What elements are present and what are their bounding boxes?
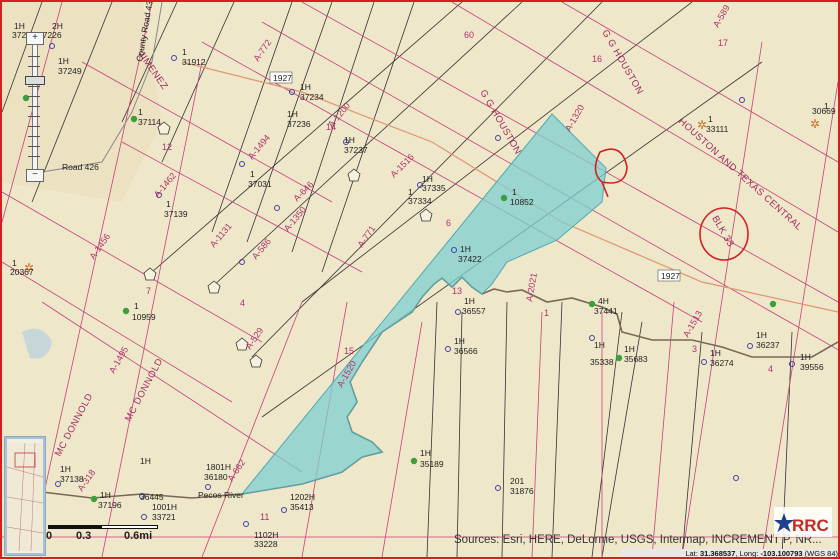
svg-text:1H: 1H [800,352,811,362]
svg-text:37237: 37237 [344,145,368,155]
section-number: 6 [446,218,451,228]
svg-text:36237: 36237 [756,340,780,350]
svg-text:1H: 1H [464,296,475,306]
svg-text:39556: 39556 [800,362,824,372]
svg-text:1H: 1H [624,344,635,354]
svg-text:RRC: RRC [792,516,829,535]
svg-text:1H: 1H [756,330,767,340]
svg-text:37139: 37139 [164,209,188,219]
svg-text:37335: 37335 [422,183,446,193]
section-number: 12 [162,142,172,152]
svg-text:36566: 36566 [454,346,478,356]
svg-text:37031: 37031 [248,179,272,189]
svg-text:37422: 37422 [458,254,482,264]
svg-text:37334: 37334 [408,196,432,206]
svg-text:36557: 36557 [462,306,486,316]
svg-text:37249: 37249 [58,66,82,76]
svg-text:37138: 37138 [60,474,84,484]
svg-text:1927: 1927 [273,73,292,83]
zoom-out-button[interactable]: − [26,169,44,182]
svg-text:1H: 1H [594,340,605,350]
svg-text:1: 1 [708,114,713,124]
highway-shield-2: 1927 [657,269,681,282]
svg-text:1H: 1H [300,82,311,92]
svg-text:37236: 37236 [287,119,311,129]
svg-text:1H: 1H [454,336,465,346]
svg-text:35338: 35338 [590,357,614,367]
svg-text:1: 1 [166,199,171,209]
svg-text:1801H: 1801H [206,462,231,472]
svg-text:1202H: 1202H [290,492,315,502]
svg-text:1: 1 [250,169,255,179]
map-attribution: Sources: Esri, HERE, DeLorme, USGS, Inte… [454,534,822,546]
section-number: 13 [452,286,462,296]
section-number: 4 [240,298,245,308]
svg-text:37234: 37234 [300,92,324,102]
svg-text:1: 1 [512,187,517,197]
section-number: 7 [146,286,151,296]
svg-text:35189: 35189 [420,459,444,469]
river-label: Pecos River [198,490,244,500]
svg-text:1: 1 [138,107,143,117]
svg-text:33111: 33111 [706,124,729,134]
svg-text:1927: 1927 [661,271,680,281]
svg-text:201: 201 [510,476,524,486]
svg-text:1H: 1H [58,56,69,66]
zoom-track[interactable] [32,44,38,170]
rrc-logo: RRC [774,507,832,537]
highway-shield-1: 1927 [269,71,293,84]
scale-label-max: 0.6mi [124,530,153,542]
coordinate-readout: Lat: 31.368537, Long: -103.100793 (WGS 8… [622,549,838,557]
svg-text:33228: 33228 [254,539,278,549]
svg-text:35413: 35413 [290,502,314,512]
svg-text:36445: 36445 [140,492,164,502]
scale-label-0: 0 [46,530,53,542]
svg-text:1H: 1H [140,456,151,466]
svg-text:1H: 1H [344,135,355,145]
svg-text:36274: 36274 [710,358,734,368]
svg-text:1H: 1H [287,109,298,119]
section-number: 3 [692,344,697,354]
section-number: 14 [326,122,336,132]
svg-text:30669: 30669 [812,106,836,116]
section-number: 17 [718,38,728,48]
map-canvas[interactable]: ✲ ✲ ✲ G G HOUSTON G G HOUSTON HOUSTON AN… [2,2,838,557]
svg-text:37196: 37196 [98,500,122,510]
section-number: 15 [344,346,354,356]
zoom-thumb[interactable] [25,76,45,85]
svg-text:4H: 4H [598,296,609,306]
svg-text:1: 1 [182,47,187,57]
section-number: 1 [544,308,549,318]
road-label: Road 426 [62,162,99,172]
section-number: 4 [768,364,773,374]
svg-text:1: 1 [134,301,139,311]
svg-text:20367: 20367 [10,267,34,277]
svg-text:36180: 36180 [204,472,228,482]
zoom-control[interactable]: + − [24,32,45,182]
section-number: 16 [592,54,602,64]
scale-label-mid: 0.3 [76,530,92,542]
svg-text:1H: 1H [420,448,431,458]
overview-map[interactable] [4,436,46,556]
scale-bar: 0 0.3 0.6mi [46,521,158,543]
section-number: 11 [260,512,269,522]
map-frame[interactable]: ✲ ✲ ✲ G G HOUSTON G G HOUSTON HOUSTON AN… [0,0,840,559]
svg-text:1H: 1H [60,464,71,474]
svg-text:10852: 10852 [510,197,534,207]
svg-text:31912: 31912 [182,57,206,67]
svg-text:37114: 37114 [138,117,161,127]
svg-text:1H: 1H [460,244,471,254]
svg-text:✲: ✲ [810,117,820,131]
svg-text:35683: 35683 [624,354,648,364]
svg-text:1H: 1H [100,490,111,500]
svg-text:1H: 1H [710,348,721,358]
section-number: 60 [464,30,474,40]
svg-text:1001H: 1001H [152,502,177,512]
svg-text:10959: 10959 [132,312,156,322]
svg-text:37441: 37441 [594,306,618,316]
svg-text:31876: 31876 [510,486,534,496]
